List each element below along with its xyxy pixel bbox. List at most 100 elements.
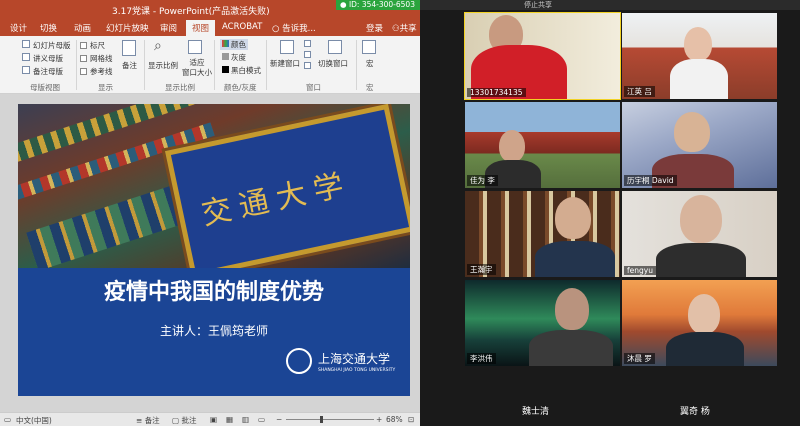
video-tile-2[interactable]: 江英 吕 xyxy=(622,13,777,99)
color-label: 颜色 xyxy=(231,40,246,49)
handout-master-button[interactable]: 讲义母版 xyxy=(33,53,63,64)
normal-view-icon[interactable]: ▣ xyxy=(210,415,217,424)
share-label: 共享 xyxy=(399,24,417,34)
participant-body xyxy=(535,241,615,277)
meeting-id-badge[interactable]: ● ID: 354-300-6503 xyxy=(336,0,420,10)
tell-me-label: 告诉我... xyxy=(282,24,316,34)
arrange-icon[interactable] xyxy=(304,40,311,47)
ribbon-view: 幻灯片母版 讲义母版 备注母版 母版视图 标尺 网格线 参考线 备注 显示 ⌕ … xyxy=(0,36,420,94)
checkbox-icon xyxy=(80,42,87,49)
group-color: 颜色/灰度 xyxy=(224,83,257,92)
notes-toggle[interactable]: ≡ 备注 xyxy=(136,415,160,426)
participant-face xyxy=(688,294,720,334)
notes-label: 备注 xyxy=(144,416,160,425)
notes-icon: ≡ xyxy=(136,416,143,425)
participant-body xyxy=(656,243,746,277)
zoom-level[interactable]: 68% xyxy=(386,415,403,424)
new-window-icon xyxy=(280,40,294,54)
video-tile-7[interactable]: 李洪伟 xyxy=(465,280,620,366)
fit-slide-icon[interactable]: ⊡ xyxy=(408,415,414,424)
slide-subtitle: 主讲人：王佩筠老师 xyxy=(159,324,268,338)
meeting-top-bar: 停止共享 xyxy=(420,0,800,10)
language-status[interactable]: 中文(中国) xyxy=(16,415,52,426)
comments-label: 批注 xyxy=(181,416,197,425)
reading-view-icon[interactable]: ▥ xyxy=(242,415,249,424)
tab-design[interactable]: 设计 xyxy=(10,22,27,34)
macro-button[interactable]: 宏 xyxy=(366,58,374,69)
group-show: 显示 xyxy=(98,83,113,92)
participant-name: 沐晨 罗 xyxy=(624,353,655,364)
notes-button[interactable]: 备注 xyxy=(122,60,137,71)
participant-name: fengyu xyxy=(624,266,656,275)
switch-window-icon xyxy=(328,40,342,54)
cascade-icon[interactable] xyxy=(304,51,311,58)
participant-name-offscreen[interactable]: 翼奇 杨 xyxy=(680,404,710,417)
separator xyxy=(356,40,357,90)
notes-master-icon xyxy=(22,66,30,74)
gridlines-label: 网格线 xyxy=(90,54,113,63)
participant-name: 江英 吕 xyxy=(624,86,655,97)
participant-name: 李洪伟 xyxy=(467,353,496,364)
ribbon-tabs: 设计 切换 动画 幻灯片放映 审阅 视图 ACROBAT ○ 告诉我... 登录… xyxy=(0,20,420,36)
video-tile-8[interactable]: 沐晨 罗 xyxy=(622,280,777,366)
new-window-button[interactable]: 新建窗口 xyxy=(270,58,300,69)
color-button[interactable]: 颜色 xyxy=(220,39,248,50)
tell-me-search[interactable]: ○ 告诉我... xyxy=(272,22,316,34)
ruler-checkbox[interactable]: 标尺 xyxy=(80,40,105,51)
participant-face xyxy=(555,288,589,330)
group-zoom: 显示比例 xyxy=(165,83,195,92)
grayscale-button[interactable]: 灰度 xyxy=(222,52,246,63)
video-tile-3[interactable]: 佳为 李 xyxy=(465,102,620,188)
powerpoint-window: 3.17党课 - PowerPoint(产品激活失败) — ❐ ✕ 设计 切换 … xyxy=(0,0,420,426)
spellcheck-icon[interactable]: ▭ xyxy=(4,415,11,424)
tab-slideshow[interactable]: 幻灯片放映 xyxy=(106,22,149,34)
zoom-out-icon[interactable]: − xyxy=(276,415,282,424)
group-master-views: 母版视图 xyxy=(30,83,60,92)
move-split-icon[interactable] xyxy=(304,62,311,69)
gridlines-checkbox[interactable]: 网格线 xyxy=(80,53,113,64)
tab-view[interactable]: 视图 xyxy=(186,20,216,36)
slide-master-button[interactable]: 幻灯片母版 xyxy=(33,40,71,51)
grayscale-icon xyxy=(222,53,229,60)
zoom-in-icon[interactable]: + xyxy=(376,415,382,424)
handout-master-icon xyxy=(22,53,30,61)
video-tile-1[interactable]: 13301734135 xyxy=(464,12,621,100)
checkbox-icon xyxy=(80,55,87,62)
guides-label: 参考线 xyxy=(90,67,113,76)
macro-icon xyxy=(362,40,376,54)
shield-icon: ● xyxy=(340,0,347,9)
black-white-button[interactable]: 黑白模式 xyxy=(222,65,261,76)
share-button[interactable]: ⚇共享 xyxy=(392,22,417,34)
stop-share-label[interactable]: 停止共享 xyxy=(524,0,552,10)
lightbulb-icon: ○ xyxy=(272,24,280,34)
switch-window-button[interactable]: 切换窗口 xyxy=(318,58,348,69)
plaque-text: 交通大学 xyxy=(198,166,355,233)
video-tile-4[interactable]: 历宇桐 David xyxy=(622,102,777,188)
notes-master-button[interactable]: 备注母版 xyxy=(33,66,63,77)
tab-acrobat[interactable]: ACROBAT xyxy=(222,22,262,32)
tab-transitions[interactable]: 切换 xyxy=(40,22,57,34)
university-seal-icon xyxy=(286,348,312,374)
video-tile-5[interactable]: 王瀚宇 xyxy=(465,191,620,277)
guides-checkbox[interactable]: 参考线 xyxy=(80,66,113,77)
separator xyxy=(266,40,267,90)
zoom-button[interactable]: 显示比例 xyxy=(148,60,178,71)
zoom-slider[interactable] xyxy=(286,419,374,420)
zoom-slider-thumb[interactable] xyxy=(320,416,323,423)
video-tile-6[interactable]: fengyu xyxy=(622,191,777,277)
slideshow-view-icon[interactable]: ▭ xyxy=(258,415,265,424)
participant-face xyxy=(684,27,712,61)
tab-animations[interactable]: 动画 xyxy=(74,22,91,34)
slide-canvas[interactable]: 交通大学 疫情中我国的制度优势 主讲人：王佩筠老师 上海交通大学 SHANGHA… xyxy=(18,104,410,396)
tab-review[interactable]: 审阅 xyxy=(160,22,177,34)
slide-title: 疫情中我国的制度优势 xyxy=(103,280,324,305)
participant-name: 王瀚宇 xyxy=(467,264,496,275)
meeting-window: 停止共享 13301734135 江英 吕 佳为 李 历宇桐 David 王瀚宇 xyxy=(420,0,800,426)
sorter-view-icon[interactable]: ▦ xyxy=(226,415,233,424)
fit-window-button[interactable]: 适应 窗口大小 xyxy=(182,58,212,78)
participant-name-offscreen[interactable]: 魏士清 xyxy=(522,404,549,417)
login-link[interactable]: 登录 xyxy=(366,22,383,34)
separator xyxy=(144,40,145,90)
comments-toggle[interactable]: ▢ 批注 xyxy=(172,415,196,426)
grayscale-label: 灰度 xyxy=(231,53,246,62)
